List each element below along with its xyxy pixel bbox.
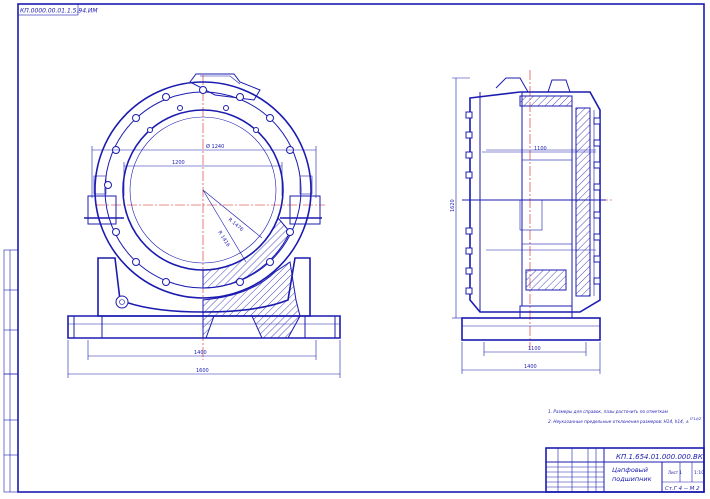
side-bolts-right — [593, 117, 601, 285]
dim-r1476: R 1476 — [227, 217, 244, 233]
dim-1600: 1600 — [196, 368, 209, 374]
title-scale: 1:10 — [694, 470, 704, 476]
title-name-line2: подшипник — [612, 475, 652, 483]
side-dim-1400: 1400 — [524, 364, 537, 370]
title-doc-number: КП.1.654.01.000.000.ВК — [616, 453, 704, 461]
side-view: 1100 1620 1100 1400 — [450, 70, 612, 374]
note-2: 2. Неуказанные предельные отклонения раз… — [548, 419, 689, 424]
note-1: 1. Размеры для справок, пазы расточить п… — [548, 409, 668, 414]
title-material: Ст.Г 4 -- М 2 — [665, 486, 700, 492]
top-stamp-text: КП.0000.00.01.1.5.94.ИМ — [20, 8, 98, 15]
title-sheet: Лист 1 — [668, 470, 682, 475]
top-stamp: КП.0000.00.01.1.5.94.ИМ — [17, 3, 98, 16]
side-dim-1100-top: 1100 — [534, 146, 547, 152]
dim-1400: 1400 — [194, 350, 207, 356]
side-dim-1100-bottom: 1100 — [528, 346, 541, 352]
drawing-sheet: КП.0000.00.01.1.5.94.ИМ Ø 1240 1200 R 14… — [3, 3, 705, 493]
technical-notes: 1. Размеры для справок, пазы расточить п… — [548, 409, 702, 424]
side-bolts-left — [465, 111, 473, 295]
dim-1200: 1200 — [172, 160, 185, 166]
note-2-tolerance: IT14/2 — [690, 417, 702, 421]
front-view: Ø 1240 1200 R 1476 R 1416 1400 1600 — [67, 73, 341, 378]
dim-1240: Ø 1240 — [206, 143, 224, 150]
title-name-line1: Цапфовый — [612, 466, 648, 474]
side-dim-1620: 1620 — [450, 199, 456, 212]
title-block: КП.1.654.01.000.000.ВК Цапфовый подшипни… — [545, 447, 705, 493]
